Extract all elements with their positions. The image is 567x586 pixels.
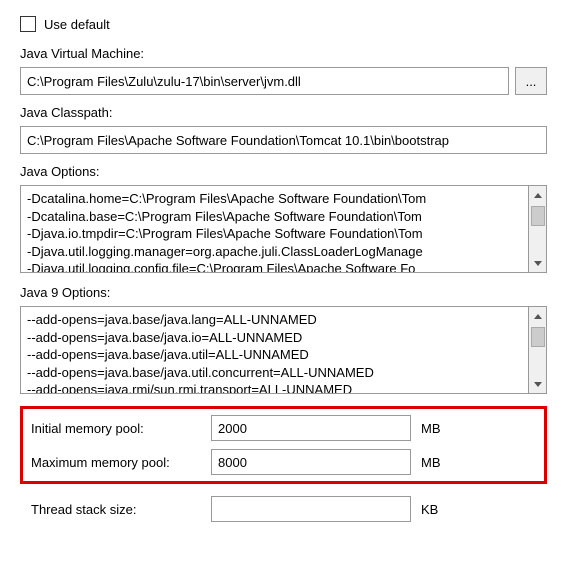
java-options-label: Java Options: (20, 164, 547, 179)
scroll-thumb[interactable] (531, 327, 545, 347)
scroll-up-icon[interactable] (529, 307, 546, 325)
use-default-label: Use default (44, 17, 110, 32)
java9-options-scrollbar[interactable] (529, 306, 547, 394)
scroll-up-icon[interactable] (529, 186, 546, 204)
jvm-label: Java Virtual Machine: (20, 46, 547, 61)
java-options-scrollbar[interactable] (529, 185, 547, 273)
scroll-track[interactable] (529, 325, 546, 375)
scroll-track[interactable] (529, 204, 546, 254)
use-default-checkbox[interactable] (20, 16, 36, 32)
jvm-input[interactable] (20, 67, 509, 95)
java9-options-label: Java 9 Options: (20, 285, 547, 300)
max-memory-unit: MB (421, 455, 441, 470)
initial-memory-label: Initial memory pool: (31, 421, 211, 436)
max-memory-label: Maximum memory pool: (31, 455, 211, 470)
thread-stack-label: Thread stack size: (31, 502, 211, 517)
scroll-thumb[interactable] (531, 206, 545, 226)
max-memory-input[interactable] (211, 449, 411, 475)
thread-stack-input[interactable] (211, 496, 411, 522)
classpath-input[interactable] (20, 126, 547, 154)
initial-memory-input[interactable] (211, 415, 411, 441)
classpath-label: Java Classpath: (20, 105, 547, 120)
thread-stack-unit: KB (421, 502, 438, 517)
scroll-down-icon[interactable] (529, 254, 546, 272)
jvm-browse-button[interactable]: ... (515, 67, 547, 95)
memory-highlight: Initial memory pool: MB Maximum memory p… (20, 406, 547, 484)
scroll-down-icon[interactable] (529, 375, 546, 393)
initial-memory-unit: MB (421, 421, 441, 436)
java-options-textarea[interactable] (20, 185, 529, 273)
java9-options-textarea[interactable] (20, 306, 529, 394)
